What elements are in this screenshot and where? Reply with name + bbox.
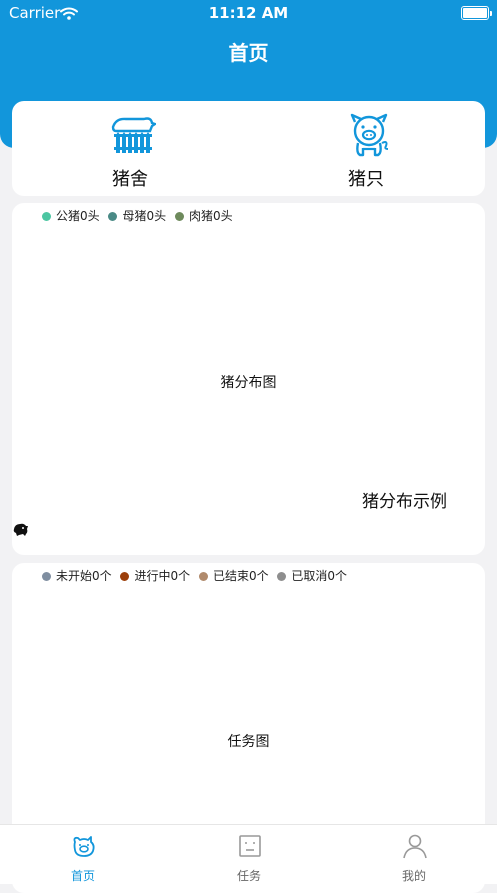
- legend-dot: [108, 212, 118, 221]
- legend-dot: [42, 212, 51, 221]
- pig-distribution-card: 公猪0头 母猪0头 肉猪0头 猪分布图 猪分布示例: [12, 203, 485, 555]
- legend-item-sow[interactable]: 母猪0头: [108, 207, 166, 224]
- tab-label: 任务: [236, 869, 261, 883]
- legend-dot: [120, 572, 130, 581]
- page-title: 首页: [228, 41, 269, 65]
- pig-chart-caption: 猪分布示例: [362, 492, 447, 512]
- legend-item-boar[interactable]: 公猪0头: [42, 207, 100, 224]
- nav-item-pig-pen[interactable]: 猪舍: [12, 101, 248, 196]
- legend-item-not-started[interactable]: 未开始0个: [42, 567, 112, 584]
- status-bar: Carrier 11:12 AM: [0, 0, 497, 26]
- tab-label: 首页: [70, 869, 95, 883]
- legend-dot: [277, 572, 287, 581]
- pig-chart-title: 猪分布图: [220, 375, 277, 391]
- legend-item-in-progress[interactable]: 进行中0个: [120, 567, 190, 584]
- legend-item-hog[interactable]: 肉猪0头: [174, 207, 233, 224]
- tab-task[interactable]: 任务: [166, 825, 332, 884]
- legend-label: 公猪0头: [56, 209, 100, 223]
- legend-label: 已取消0个: [291, 569, 348, 583]
- pig-pen-icon: [111, 117, 156, 153]
- legend-item-cancelled[interactable]: 已取消0个: [277, 567, 347, 584]
- task-icon: [239, 835, 261, 857]
- pig-silhouette-icon: [13, 523, 28, 536]
- legend-item-finished[interactable]: 已结束0个: [198, 567, 269, 584]
- legend-label: 进行中0个: [134, 569, 191, 583]
- pig-icon: [350, 113, 389, 157]
- legend-dot: [198, 572, 208, 581]
- pig-chart-legend: 公猪0头 母猪0头 肉猪0头: [42, 207, 238, 224]
- user-icon: [403, 834, 427, 859]
- tab-home[interactable]: 首页: [0, 825, 166, 884]
- nav-card: 猪舍 猪只: [12, 101, 485, 196]
- legend-label: 肉猪0头: [188, 209, 233, 223]
- legend-label: 母猪0头: [122, 209, 167, 223]
- nav-label-pig-pen: 猪舍: [112, 169, 148, 190]
- nav-item-pig[interactable]: 猪只: [248, 101, 484, 196]
- nav-label-pig: 猪只: [348, 169, 384, 190]
- task-chart-title: 任务图: [227, 734, 270, 750]
- legend-dot: [174, 212, 184, 221]
- tab-bar: 首页 任务 我的: [0, 824, 497, 884]
- battery-icon: [461, 6, 492, 20]
- task-chart-legend: 未开始0个 进行中0个 已结束0个 已取消0个: [42, 567, 352, 584]
- tab-label: 我的: [401, 869, 426, 883]
- legend-label: 未开始0个: [56, 569, 112, 583]
- clock: 11:12 AM: [208, 4, 289, 22]
- tab-mine[interactable]: 我的: [331, 825, 497, 884]
- legend-label: 已结束0个: [212, 569, 269, 583]
- home-pig-icon: [73, 836, 95, 857]
- legend-dot: [42, 572, 51, 581]
